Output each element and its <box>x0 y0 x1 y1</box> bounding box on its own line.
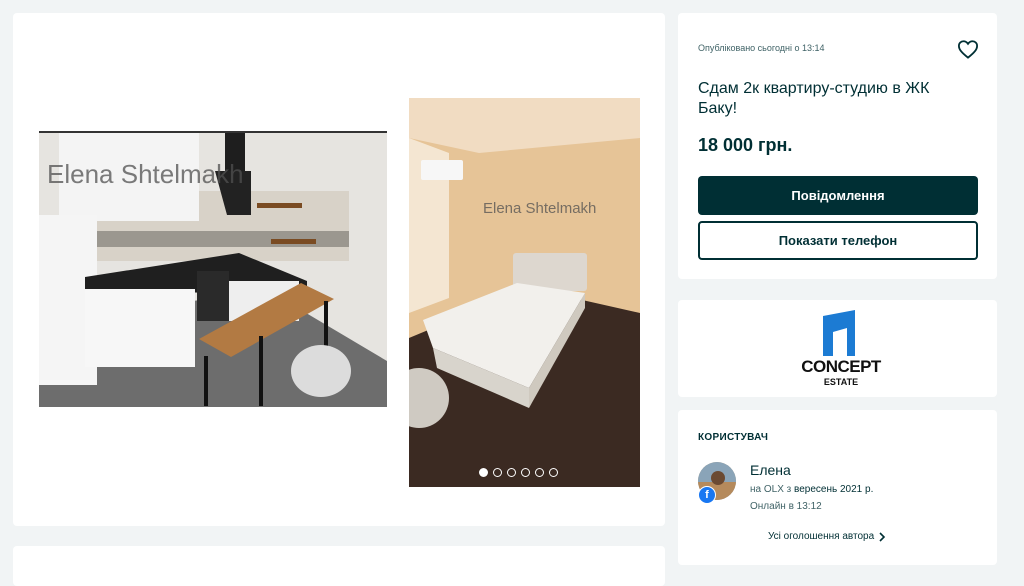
pagination-dot[interactable] <box>479 468 488 477</box>
ad-info-card: Опубліковано сьогодні о 13:14 Сдам 2к кв… <box>678 13 997 279</box>
user-online-status: Онлайн в 13:12 <box>750 501 822 512</box>
agency-logo-card[interactable]: CONCEPT ESTATE <box>678 300 997 397</box>
watermark: Elena Shtelmakh <box>47 159 244 189</box>
user-since-prefix: на OLX з <box>750 484 792 495</box>
concept-estate-logo: CONCEPT ESTATE <box>793 310 889 390</box>
pagination-dot[interactable] <box>507 468 516 477</box>
heart-icon[interactable] <box>957 39 979 59</box>
logo-wordmark: CONCEPT <box>801 357 881 376</box>
all-ads-label: Усі оголошення автора <box>768 531 875 542</box>
ad-title: Сдам 2к квартиру-студию в ЖК Баку! <box>698 80 930 117</box>
chevron-right-icon <box>879 531 886 542</box>
user-card: КОРИСТУВАЧ f Елена на OLX з вересень 202… <box>678 410 997 565</box>
description-card <box>13 546 665 586</box>
photo-kitchen[interactable]: Elena Shtelmakh <box>39 131 387 407</box>
user-name[interactable]: Елена <box>750 462 791 478</box>
facebook-icon: f <box>698 486 716 504</box>
pagination-dot[interactable] <box>535 468 544 477</box>
photo-bedroom[interactable]: Elena Shtelmakh <box>409 98 640 487</box>
price: 18 000 грн. <box>698 135 793 155</box>
show-phone-button[interactable]: Показати телефон <box>698 221 978 260</box>
published-date: Опубліковано сьогодні о 13:14 <box>698 43 825 53</box>
logo-mark-icon <box>823 310 855 356</box>
pagination-dot[interactable] <box>549 468 558 477</box>
pagination-dot[interactable] <box>521 468 530 477</box>
message-button[interactable]: Повідомлення <box>698 176 978 215</box>
bedroom-illustration <box>409 98 640 487</box>
all-ads-link[interactable]: Усі оголошення автора <box>768 531 886 542</box>
gallery-card: Elena Shtelmakh Elena Shtelmakh <box>13 13 665 526</box>
pagination-dot[interactable] <box>493 468 502 477</box>
gallery-pagination <box>479 468 558 477</box>
watermark: Elena Shtelmakh <box>483 200 597 217</box>
user-since-date: вересень 2021 р. <box>794 484 874 495</box>
logo-subtitle: ESTATE <box>823 377 859 387</box>
user-since: на OLX з вересень 2021 р. <box>750 484 873 495</box>
user-heading: КОРИСТУВАЧ <box>698 432 769 443</box>
